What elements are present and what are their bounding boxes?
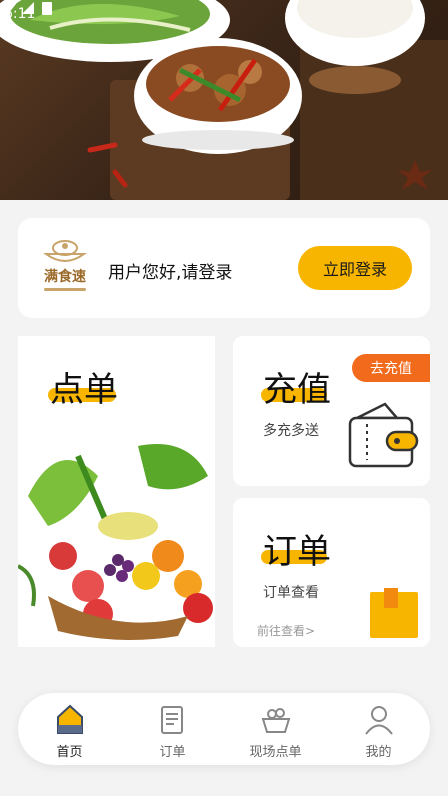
- recharge-badge[interactable]: 去充值: [352, 354, 430, 382]
- signal-icon: [22, 2, 34, 14]
- logo-text: 满食速: [44, 269, 86, 285]
- food-photo: [0, 0, 448, 200]
- login-button[interactable]: 立即登录: [298, 246, 412, 290]
- order-title: 点单: [50, 370, 118, 410]
- recharge-card[interactable]: 充值 多充多送 去充值: [233, 336, 430, 486]
- orders-subtitle: 订单查看: [263, 585, 319, 601]
- basket-icon: [261, 708, 291, 733]
- brand-logo: 满食速: [38, 236, 92, 298]
- recharge-title: 充值: [263, 370, 331, 410]
- tab-onsite-order[interactable]: 现场点单: [224, 693, 327, 765]
- tab-label: 首页: [56, 745, 83, 760]
- tab-orders[interactable]: 订单: [121, 693, 224, 765]
- status-icons: [0, 1, 52, 15]
- tab-label: 现场点单: [249, 745, 302, 760]
- wifi-icon: [0, 1, 16, 14]
- orders-title: 订单: [263, 532, 331, 572]
- tab-label: 订单: [159, 745, 186, 760]
- document-icon: [161, 706, 183, 734]
- home-icon: [57, 704, 83, 734]
- hero-banner: 6:11: [0, 0, 448, 200]
- login-greeting: 用户您好,请登录: [108, 263, 233, 283]
- tab-mine[interactable]: 我的: [327, 693, 430, 765]
- bottom-tab-bar: 首页 订单 现场点单 我的: [18, 693, 430, 765]
- box-icon: [370, 588, 418, 638]
- user-icon: [365, 706, 393, 735]
- status-bar: 6:11: [0, 0, 448, 28]
- vegetable-basket-image: [18, 444, 213, 640]
- tab-home[interactable]: 首页: [18, 693, 121, 765]
- bowl-logo-icon: [42, 240, 88, 262]
- logo-underline: [44, 288, 86, 291]
- recharge-subtitle: 多充多送: [263, 423, 319, 439]
- orders-card[interactable]: 订单 订单查看 前往查看>: [233, 498, 430, 647]
- wallet-icon: [348, 402, 419, 468]
- battery-icon: [42, 2, 52, 15]
- login-card: 满食速 用户您好,请登录 立即登录: [18, 218, 430, 318]
- order-card[interactable]: 点单: [18, 336, 215, 647]
- view-orders-link[interactable]: 前往查看>: [257, 622, 315, 639]
- tab-label: 我的: [365, 745, 392, 760]
